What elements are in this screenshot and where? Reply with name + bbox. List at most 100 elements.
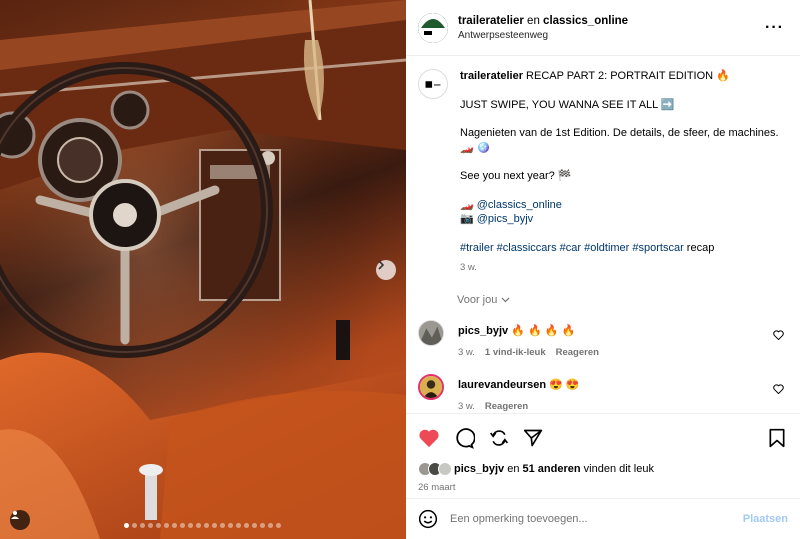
caption-line1: RECAP PART 2: PORTRAIT EDITION 🔥 [522, 70, 730, 82]
header-text: traileratelier en classics_online Antwer… [458, 15, 761, 41]
like-button[interactable] [418, 428, 440, 448]
paper-plane-icon [523, 429, 543, 447]
caption-line3-emoji: 🏎️ 🪩 [460, 141, 491, 154]
carousel-dot [164, 523, 169, 528]
carousel-dot [204, 523, 209, 528]
first-liker[interactable]: pics_byjv [454, 463, 504, 475]
emoji-button[interactable] [418, 509, 438, 529]
bookmark-icon [769, 428, 785, 448]
comment-username[interactable]: laurevandeursen [458, 379, 546, 391]
caption-line2: JUST SWIPE, YOU WANNA SEE IT ALL ➡️ [460, 98, 675, 111]
comment-avatar[interactable] [418, 373, 444, 400]
caption-avatar[interactable] [418, 69, 448, 99]
add-comment-bar: Plaatsen [406, 498, 800, 539]
emoji-smiley-icon [418, 509, 438, 529]
mention-pics-byjv[interactable]: @pics_byjv [477, 213, 533, 225]
caption-username[interactable]: traileratelier [460, 70, 523, 82]
reply-button[interactable]: Reageren [556, 347, 599, 358]
post-caption: traileratelier RECAP PART 2: PORTRAIT ED… [418, 69, 788, 276]
comment-button[interactable] [454, 427, 475, 449]
post-date[interactable]: 26 maart [418, 482, 788, 493]
comment-time[interactable]: 3 w. [458, 401, 475, 412]
caption-time[interactable]: 3 w. [460, 261, 788, 276]
avatar-photo-icon [419, 320, 443, 345]
likes-suffix: vinden dit leuk [580, 463, 654, 475]
logo-icon [419, 70, 447, 98]
caption-line4: See you next year? 🏁 [460, 170, 572, 182]
person-icon [11, 511, 19, 519]
comment-item: laurevandeursen 😍 😍 3 w. Reageren [418, 373, 788, 412]
mention-classics-online[interactable]: @classics_online [477, 199, 562, 211]
author-username[interactable]: traileratelier [458, 15, 524, 27]
carousel-dot [132, 523, 137, 528]
carousel-dot [140, 523, 145, 528]
comment-input[interactable] [450, 513, 743, 525]
post-details-panel: traileratelier en classics_online Antwer… [406, 0, 800, 539]
mention1-prefix: 🏎️ [460, 198, 477, 211]
carousel-dot [220, 523, 225, 528]
carousel-dot [276, 523, 281, 528]
hashtag-tail: recap [683, 241, 715, 254]
like-comment-button[interactable] [773, 329, 784, 343]
carousel-dot [260, 523, 265, 528]
carousel-dot [148, 523, 153, 528]
carousel-dot [180, 523, 185, 528]
mention2-prefix: 📷 [460, 213, 477, 225]
carousel-dot [252, 523, 257, 528]
comment-bubble-icon [456, 427, 475, 449]
post-comment-button[interactable]: Plaatsen [743, 513, 788, 525]
carousel-dot [188, 523, 193, 528]
carousel-dot [196, 523, 201, 528]
carousel-dot [156, 523, 161, 528]
comment-avatar[interactable] [418, 319, 444, 346]
comment-likes[interactable]: 1 vind-ik-leuk [485, 347, 546, 358]
avatar-photo-icon [420, 375, 442, 398]
heart-outline-icon [773, 329, 784, 340]
comment-time[interactable]: 3 w. [458, 347, 475, 358]
post-media [0, 0, 406, 539]
carousel-dot [228, 523, 233, 528]
heart-filled-icon [419, 429, 439, 448]
heart-outline-icon [773, 383, 784, 394]
author-avatar[interactable] [418, 12, 448, 43]
others-likes-link[interactable]: 51 anderen [523, 463, 581, 475]
hashtags[interactable]: #trailer #classiccars #car #oldtimer #sp… [460, 242, 684, 254]
comment-username[interactable]: pics_byjv [458, 325, 508, 337]
likes-summary: pics_byjv en 51 anderen vinden dit leuk [418, 462, 788, 476]
like-comment-button[interactable] [773, 383, 784, 397]
share-button[interactable] [523, 428, 543, 448]
comments-section: traileratelier RECAP PART 2: PORTRAIT ED… [406, 57, 800, 413]
carousel-dot [244, 523, 249, 528]
tagged-users-button[interactable] [10, 510, 30, 530]
carousel-dot [124, 523, 129, 528]
more-options-button[interactable]: ··· [761, 19, 788, 37]
header-connector: en [523, 14, 544, 27]
comment-text: 😍 😍 [546, 378, 580, 391]
save-button[interactable] [768, 428, 786, 448]
carousel-dot [172, 523, 177, 528]
liker-avatars [418, 462, 452, 476]
collaborator-username[interactable]: classics_online [543, 15, 628, 27]
carousel-dot [268, 523, 273, 528]
chevron-down-icon [501, 297, 510, 302]
comment-text: 🔥 🔥 🔥 🔥 [508, 324, 576, 337]
post-actions: pics_byjv en 51 anderen vinden dit leuk … [406, 413, 800, 493]
see-translation-label: Voor jou [457, 293, 498, 306]
car-interior-photo [0, 0, 406, 539]
comment-item: pics_byjv 🔥 🔥 🔥 🔥 3 w. 1 vind-ik-leuk Re… [418, 319, 788, 358]
location-link[interactable]: Antwerpsesteenweg [458, 30, 761, 41]
next-image-button[interactable] [376, 260, 396, 280]
logo-icon [418, 12, 448, 43]
liker-avatar [438, 462, 452, 476]
carousel-dot [212, 523, 217, 528]
caption-body: traileratelier RECAP PART 2: PORTRAIT ED… [460, 69, 788, 276]
caption-line3: Nagenieten van de 1st Edition. De detail… [460, 127, 779, 139]
see-translation-button[interactable]: Voor jou [457, 294, 788, 306]
likes-connector: en [504, 463, 523, 475]
carousel-indicator [124, 523, 281, 528]
repost-icon [490, 430, 508, 446]
reply-button[interactable]: Reageren [485, 401, 528, 412]
repost-button[interactable] [489, 428, 509, 448]
carousel-dot [236, 523, 241, 528]
post-header: traileratelier en classics_online Antwer… [406, 0, 800, 56]
